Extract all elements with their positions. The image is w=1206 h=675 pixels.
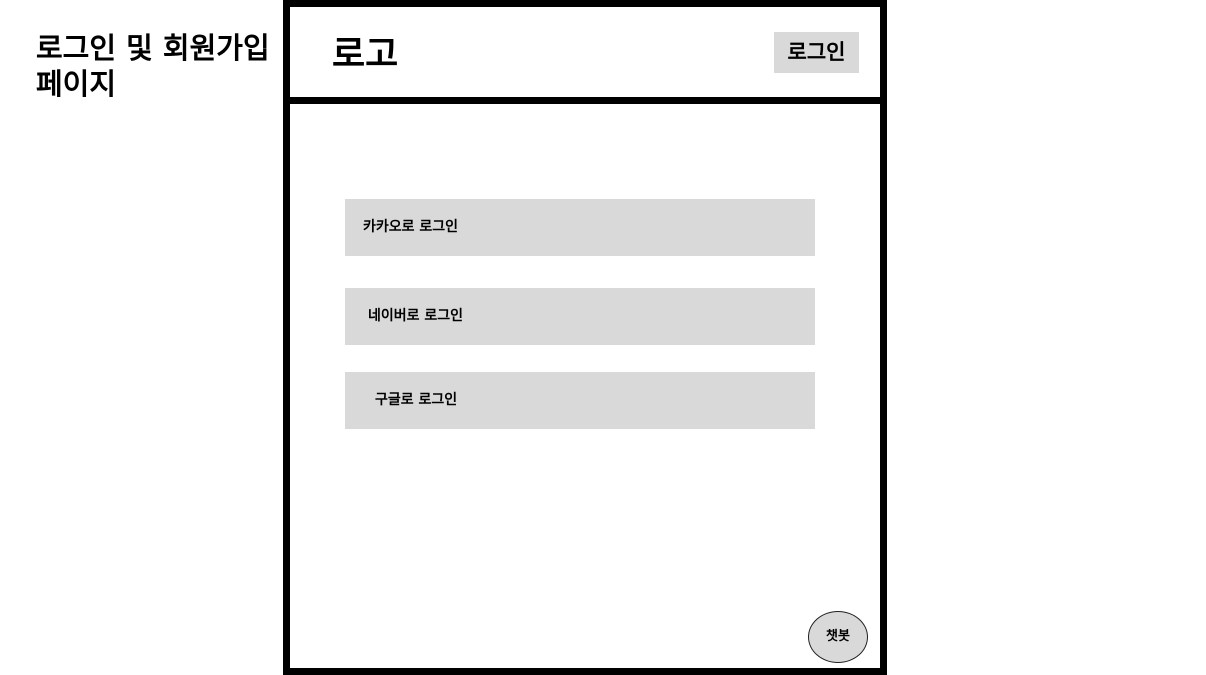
naver-login-button[interactable]: 네이버로 로그인: [345, 288, 815, 345]
page-title: 로그인 및 회원가입 페이지: [36, 31, 270, 101]
chatbot-button[interactable]: 챗봇: [808, 611, 868, 663]
kakao-login-button[interactable]: 카카오로 로그인: [345, 199, 815, 256]
google-login-button[interactable]: 구글로 로그인: [345, 372, 815, 429]
login-button[interactable]: 로그인: [774, 32, 859, 73]
logo[interactable]: 로고: [332, 33, 398, 77]
login-page-frame: 로고 로그인 카카오로 로그인 네이버로 로그인 구글로 로그인 챗봇: [283, 0, 887, 675]
header: 로고 로그인: [290, 7, 880, 104]
